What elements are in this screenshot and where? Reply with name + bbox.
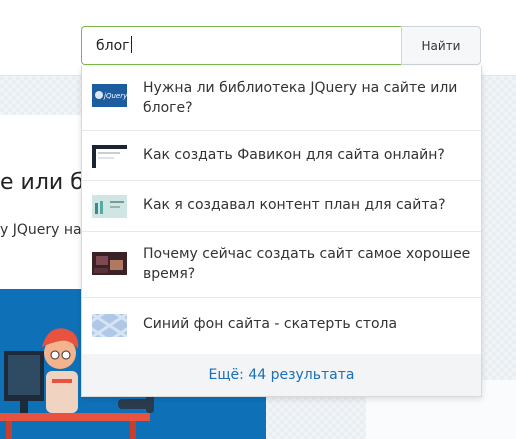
search-input[interactable]: блог: [96, 36, 132, 54]
search-query-text: блог: [96, 38, 130, 54]
suggestion-item[interactable]: Как создать Фавикон для сайта онлайн?: [82, 131, 481, 181]
search-field[interactable]: блог: [81, 26, 401, 65]
suggestion-title: Как создать Фавикон для сайта онлайн?: [143, 147, 445, 163]
suggestion-item[interactable]: Почему сейчас создать сайт самое хорошее…: [82, 232, 481, 298]
suggestion-title: Нужна ли библиотека JQuery на сайте или …: [143, 80, 458, 116]
jquery-thumb-text: jQuery: [103, 92, 127, 100]
suggestion-item[interactable]: jQuery Нужна ли библиотека JQuery на сай…: [82, 66, 481, 131]
content-plan-thumbnail: [92, 195, 127, 218]
suggestion-title: Почему сейчас создать сайт самое хорошее…: [143, 246, 471, 282]
text-caret: [130, 36, 132, 53]
jquery-logo-thumbnail: jQuery: [92, 84, 127, 107]
suggestion-title: Синий фон сайта - скатерть стола: [143, 316, 398, 332]
blue-tablecloth-thumbnail: [92, 314, 127, 337]
suggestion-item[interactable]: Как я создавал контент план для сайта?: [82, 181, 481, 232]
article-excerpt: у JQuery на: [0, 222, 82, 238]
suggestion-title: Как я создавал контент план для сайта?: [143, 197, 446, 213]
website-photo-thumbnail: [92, 252, 127, 275]
suggestion-item[interactable]: Синий фон сайта - скатерть стола: [82, 298, 481, 354]
search-suggestions-dropdown: jQuery Нужна ли библиотека JQuery на сай…: [81, 66, 482, 397]
search-button[interactable]: Найти: [401, 26, 481, 65]
more-results-link[interactable]: Ещё: 44 результата: [82, 354, 481, 396]
favicon-site-thumbnail: [92, 145, 127, 168]
